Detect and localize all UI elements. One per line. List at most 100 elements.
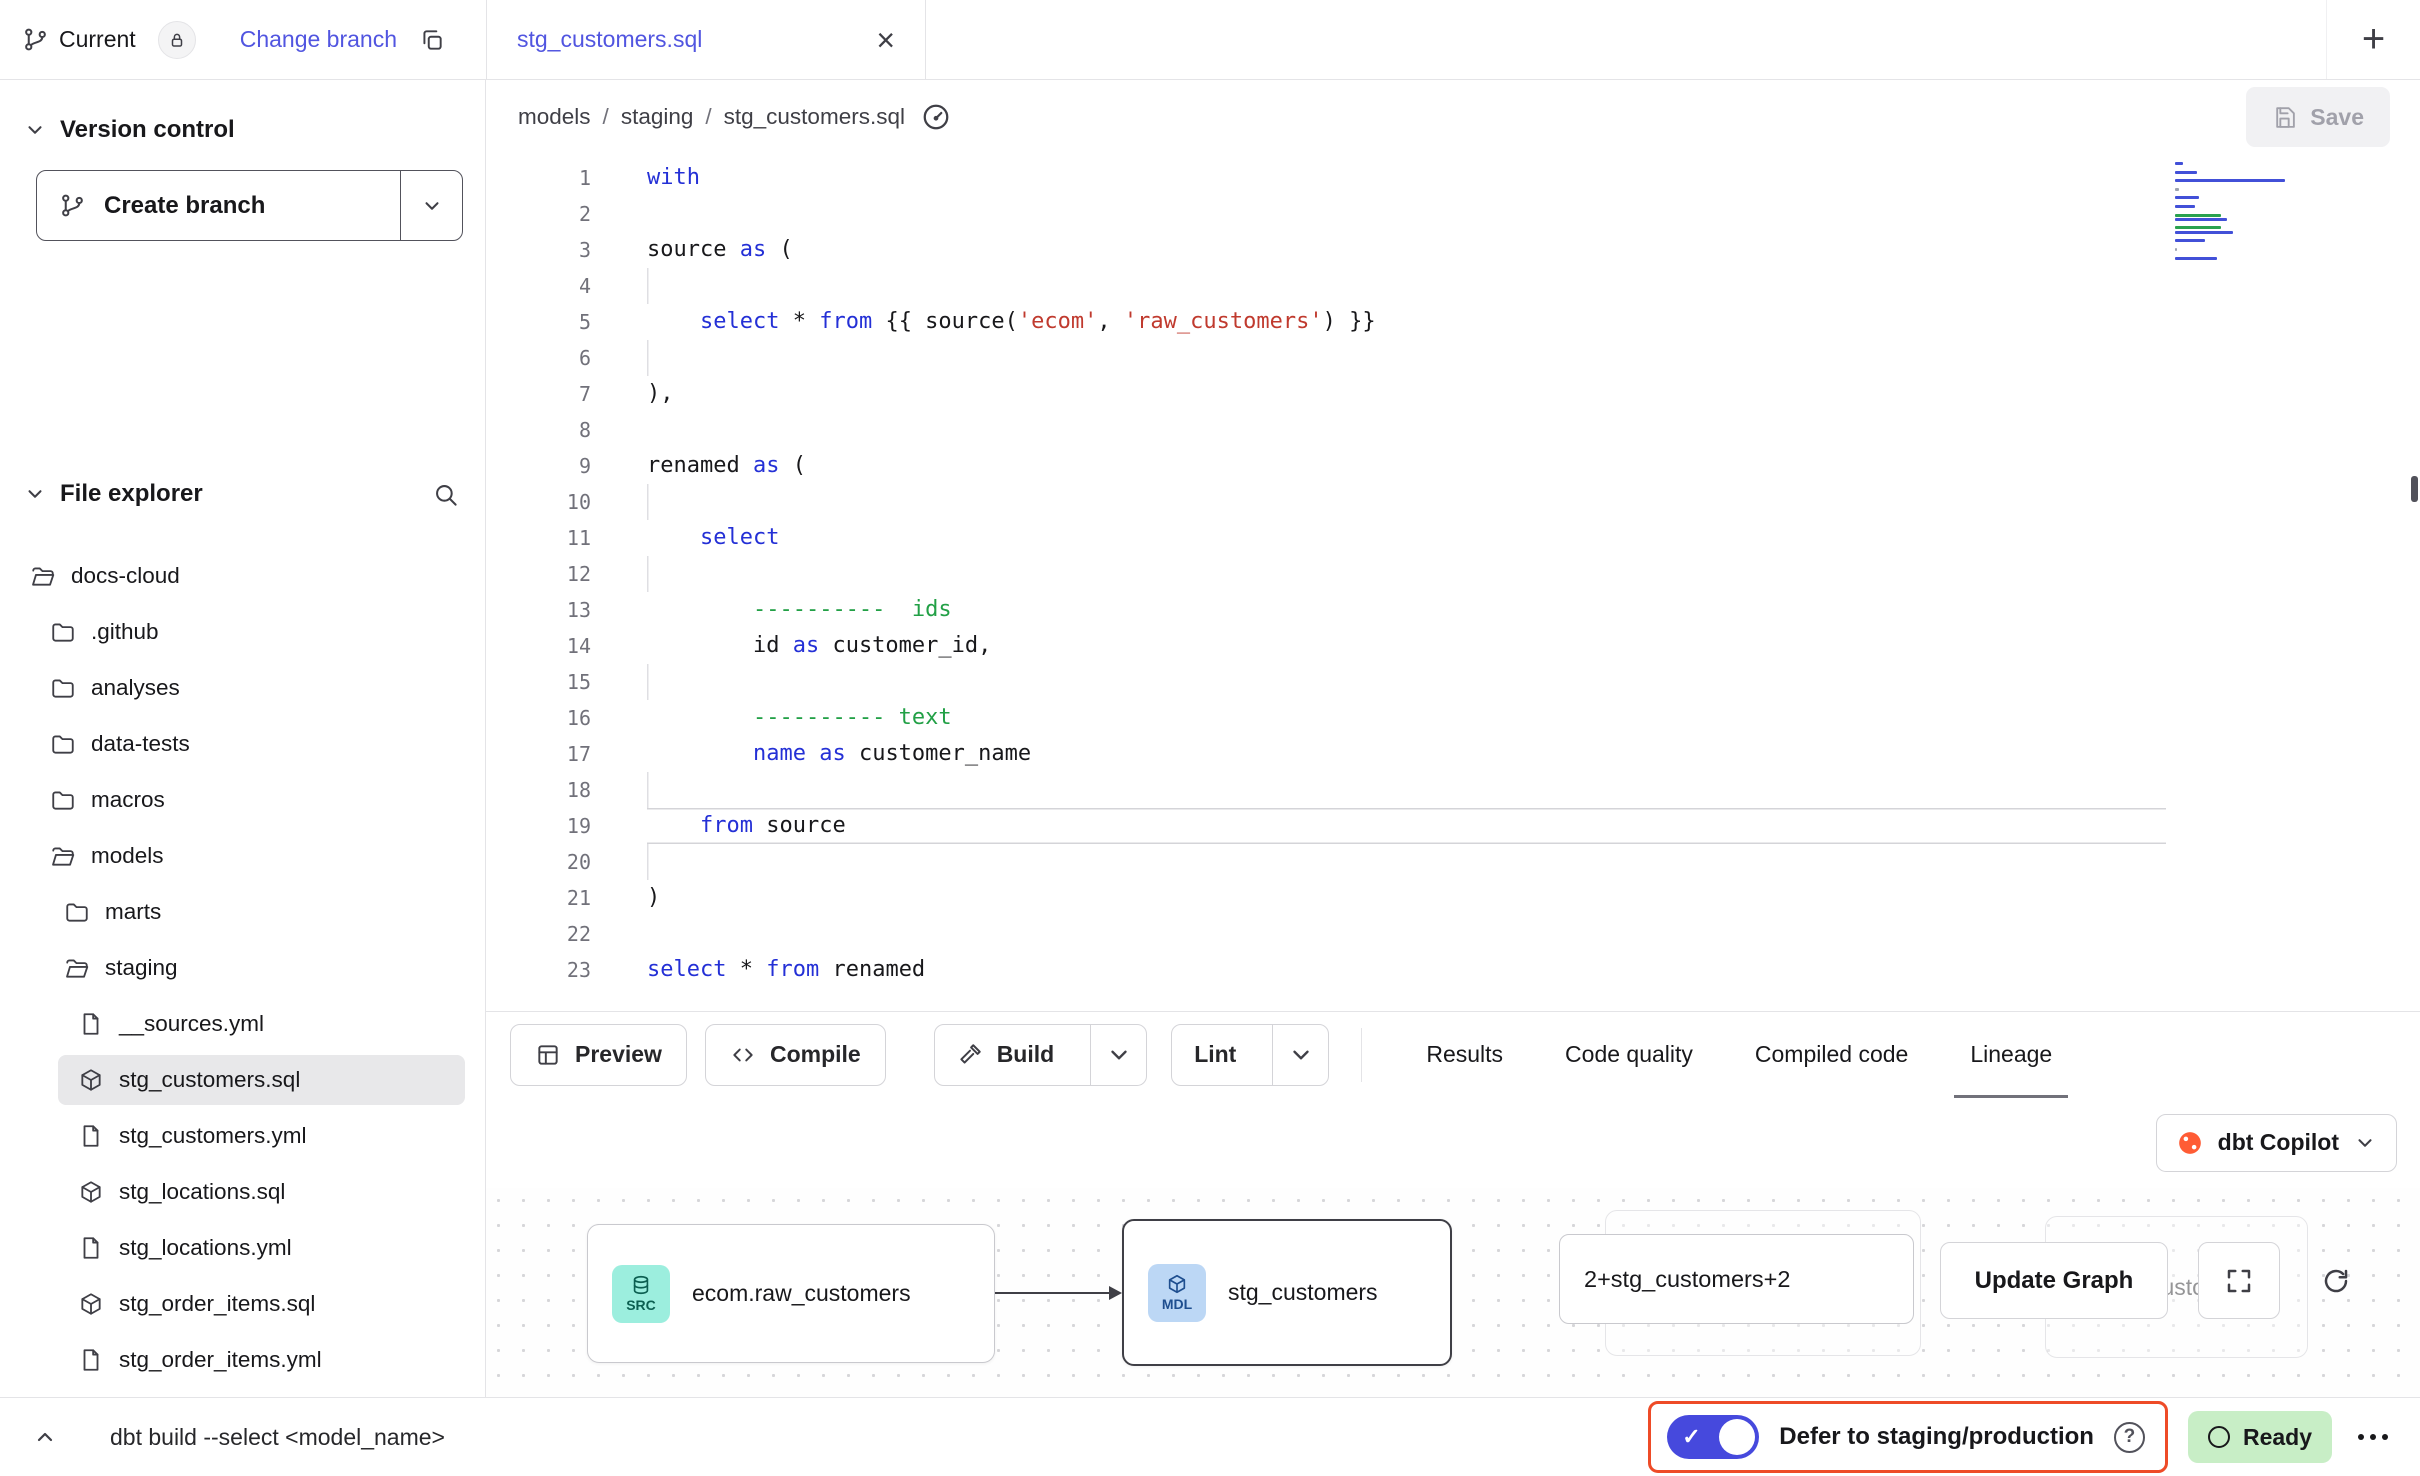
- code-line[interactable]: 18: [486, 772, 2420, 808]
- build-label: Build: [997, 1041, 1055, 1068]
- lineage-graph[interactable]: MDL customers SEM customers: [486, 1188, 2420, 1397]
- lint-main[interactable]: Lint: [1172, 1025, 1258, 1085]
- file-name: analyses: [91, 675, 180, 701]
- create-branch-dropdown[interactable]: [400, 171, 462, 240]
- toolbar-divider: [1361, 1028, 1362, 1082]
- file-tree-item[interactable]: stg_customers.sql: [0, 1052, 485, 1108]
- dbt-ide-window: Current Change branch stg_customers.sql …: [0, 0, 2420, 1476]
- code-line[interactable]: 21): [486, 880, 2420, 916]
- breadcrumb-part: models: [518, 104, 591, 130]
- file-tree-item[interactable]: stg_locations.sql: [0, 1164, 485, 1220]
- minimap[interactable]: [2175, 162, 2295, 261]
- code-line[interactable]: 16 ---------- text: [486, 700, 2420, 736]
- folder-icon: [64, 899, 90, 925]
- save-button[interactable]: Save: [2246, 87, 2390, 147]
- fullscreen-button[interactable]: [2198, 1242, 2280, 1319]
- file-explorer-header[interactable]: File explorer: [0, 466, 485, 522]
- tab-lineage[interactable]: Lineage: [1970, 1012, 2052, 1098]
- file-icon: [78, 1011, 104, 1037]
- tab-compiled-code[interactable]: Compiled code: [1755, 1012, 1908, 1098]
- preview-button[interactable]: Preview: [510, 1024, 687, 1086]
- update-graph-button[interactable]: Update Graph: [1940, 1242, 2168, 1319]
- code-line[interactable]: 4: [486, 268, 2420, 304]
- code-line[interactable]: 14 id as customer_id,: [486, 628, 2420, 664]
- breadcrumb-part: stg_customers.sql: [724, 104, 905, 130]
- build-dropdown[interactable]: [1090, 1025, 1146, 1085]
- model-icon: [78, 1291, 104, 1317]
- code-line[interactable]: 6: [486, 340, 2420, 376]
- search-icon[interactable]: [432, 481, 459, 508]
- chevron-up-icon[interactable]: [28, 1425, 62, 1449]
- create-branch-label: Create branch: [104, 192, 265, 220]
- folder-icon: [50, 619, 76, 645]
- file-tree-item[interactable]: staging: [0, 940, 485, 996]
- lineage-node-source[interactable]: SRC ecom.raw_customers: [587, 1224, 995, 1363]
- file-tree-item[interactable]: analyses: [0, 660, 485, 716]
- file-tree-item[interactable]: marts: [0, 884, 485, 940]
- lock-icon: [158, 21, 196, 59]
- file-name: marts: [105, 899, 161, 925]
- file-tree-item[interactable]: models: [0, 828, 485, 884]
- code-line[interactable]: 2: [486, 196, 2420, 232]
- code-line[interactable]: 15: [486, 664, 2420, 700]
- defer-toggle[interactable]: ✓: [1667, 1415, 1759, 1459]
- preview-label: Preview: [575, 1041, 662, 1068]
- file-tree-item[interactable]: stg_locations.yml: [0, 1220, 485, 1276]
- more-options-button[interactable]: [2352, 1424, 2394, 1450]
- editor-scrollbar[interactable]: [2411, 476, 2418, 502]
- code-line[interactable]: 19 from source: [486, 808, 2420, 844]
- file-tree-item[interactable]: docs-cloud: [0, 548, 485, 604]
- git-branch-icon: [59, 192, 86, 219]
- refresh-button[interactable]: [2300, 1242, 2372, 1319]
- panel-toolbar: Preview Compile Build: [486, 1011, 2420, 1097]
- tab-results[interactable]: Results: [1426, 1012, 1503, 1098]
- lint-button[interactable]: Lint: [1171, 1024, 1329, 1086]
- change-branch-link[interactable]: Change branch: [240, 26, 397, 53]
- help-icon[interactable]: ?: [2114, 1422, 2145, 1453]
- code-line[interactable]: 23select * from renamed: [486, 952, 2420, 988]
- file-tree-item[interactable]: __sources.yml: [0, 996, 485, 1052]
- code-line[interactable]: 8: [486, 412, 2420, 448]
- file-tree-item[interactable]: data-tests: [0, 716, 485, 772]
- code-icon: [730, 1042, 756, 1068]
- dbt-copilot-button[interactable]: dbt Copilot: [2156, 1114, 2397, 1172]
- version-control-header[interactable]: Version control: [0, 102, 485, 158]
- lineage-selector-input[interactable]: 2+stg_customers+2: [1559, 1234, 1914, 1324]
- check-icon: ✓: [1682, 1424, 1700, 1450]
- lineage-node-stg-customers[interactable]: MDL stg_customers: [1122, 1219, 1452, 1366]
- create-branch-main[interactable]: Create branch: [37, 171, 400, 240]
- close-icon[interactable]: ×: [876, 24, 895, 56]
- code-line[interactable]: 3source as (: [486, 232, 2420, 268]
- code-editor[interactable]: 1with23source as (45 select * from {{ so…: [486, 154, 2420, 1011]
- lint-dropdown[interactable]: [1272, 1025, 1328, 1085]
- code-line[interactable]: 12: [486, 556, 2420, 592]
- compile-button[interactable]: Compile: [705, 1024, 886, 1086]
- tab-stg-customers-sql[interactable]: stg_customers.sql ×: [486, 0, 926, 79]
- code-line[interactable]: 20: [486, 844, 2420, 880]
- build-button[interactable]: Build: [934, 1024, 1148, 1086]
- code-line[interactable]: 22: [486, 916, 2420, 952]
- file-tree: docs-cloud.github analyses data-testsmacro…: [0, 522, 485, 1397]
- code-line[interactable]: 1with: [486, 160, 2420, 196]
- new-tab-button[interactable]: +: [2326, 0, 2420, 79]
- node-label: ecom.raw_customers: [692, 1280, 911, 1307]
- file-tree-item[interactable]: macros: [0, 772, 485, 828]
- code-line[interactable]: 9renamed as (: [486, 448, 2420, 484]
- code-line[interactable]: 7),: [486, 376, 2420, 412]
- build-main[interactable]: Build: [935, 1025, 1077, 1085]
- code-line[interactable]: 13 ---------- ids: [486, 592, 2420, 628]
- copy-icon[interactable]: [419, 27, 445, 53]
- code-line[interactable]: 5 select * from {{ source('ecom', 'raw_c…: [486, 304, 2420, 340]
- file-name: stg_customers.sql: [119, 1067, 300, 1093]
- code-line[interactable]: 17 name as customer_name: [486, 736, 2420, 772]
- code-line[interactable]: 10: [486, 484, 2420, 520]
- create-branch-button[interactable]: Create branch: [36, 170, 463, 241]
- gauge-icon[interactable]: [921, 102, 951, 132]
- file-tree-item[interactable]: stg_order_items.yml: [0, 1332, 485, 1388]
- tab-code-quality[interactable]: Code quality: [1565, 1012, 1693, 1098]
- code-line[interactable]: 11 select: [486, 520, 2420, 556]
- file-tree-item[interactable]: stg_order_items.sql: [0, 1276, 485, 1332]
- file-tree-item[interactable]: stg_customers.yml: [0, 1108, 485, 1164]
- sidebar: Version control Create branch: [0, 80, 486, 1397]
- file-tree-item[interactable]: .github: [0, 604, 485, 660]
